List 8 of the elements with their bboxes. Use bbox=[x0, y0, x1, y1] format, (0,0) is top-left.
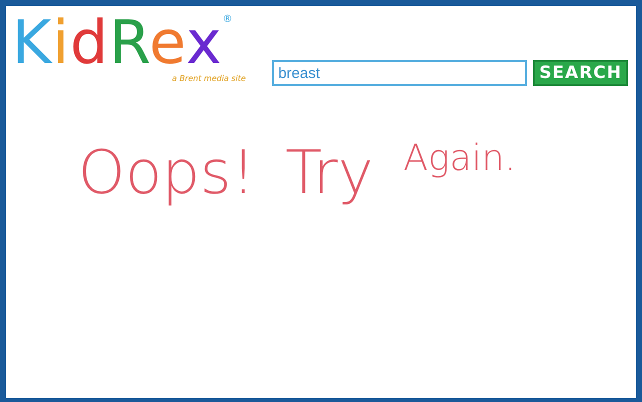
error-message: Oops! bbox=[78, 138, 256, 208]
error-message: Try bbox=[285, 138, 374, 208]
error-message: Again. bbox=[403, 138, 516, 178]
search-button[interactable]: SEARCH bbox=[533, 60, 628, 86]
search-field[interactable]: breast bbox=[272, 60, 528, 86]
tagline: a Brent media site bbox=[172, 74, 247, 83]
registered-mark: ® bbox=[222, 14, 232, 25]
logo: KidRex bbox=[12, 10, 222, 76]
